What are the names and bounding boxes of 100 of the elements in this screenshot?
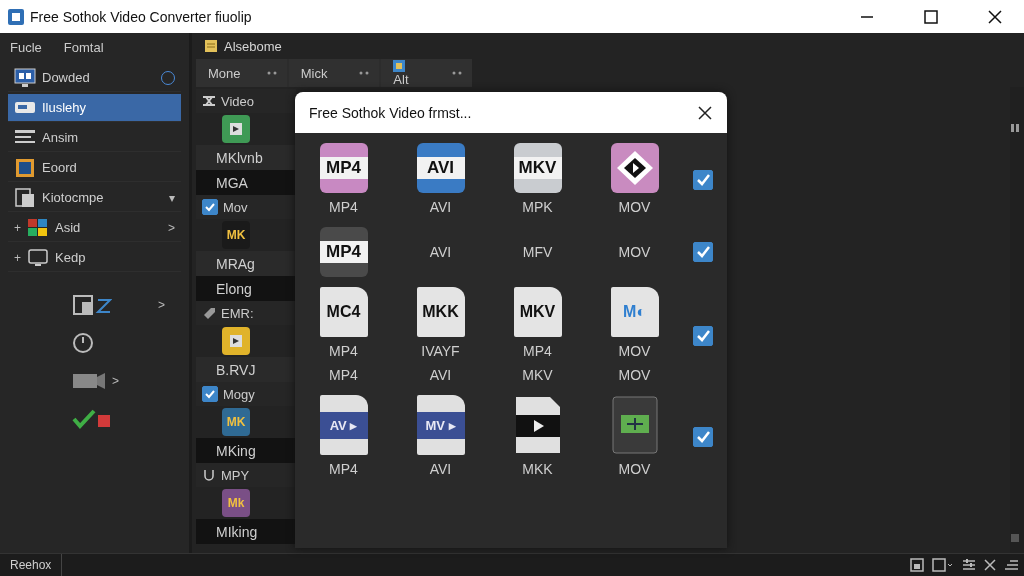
format-icon[interactable]: AVI: [416, 143, 465, 193]
sidebar-item[interactable]: Iluslehy: [8, 94, 181, 122]
monitor-icon[interactable]: [610, 395, 659, 455]
panel-icon[interactable]: [72, 294, 112, 316]
entry-label[interactable]: MKing: [196, 438, 296, 463]
checkbox[interactable]: [693, 170, 713, 190]
section-label: EMR:: [221, 305, 254, 321]
format-label: MP4: [329, 198, 358, 217]
play-icon: [229, 334, 243, 348]
video-thumbnail[interactable]: [222, 327, 250, 355]
tag-icon: [202, 306, 216, 320]
entry-label[interactable]: MRAg: [196, 251, 296, 276]
menu-icon[interactable]: [1004, 558, 1018, 572]
plus-sign: +: [14, 220, 21, 235]
checkbox[interactable]: [693, 427, 713, 447]
monitor-icon: [14, 66, 36, 89]
format-label: MPK: [522, 198, 553, 217]
chevron: >: [158, 298, 165, 312]
app-icon: [8, 8, 24, 25]
checkbox[interactable]: [202, 386, 218, 402]
file-icon[interactable]: MKK: [416, 287, 465, 337]
image-icon: [393, 59, 406, 72]
format-label: MOV: [618, 366, 651, 385]
crossed-arrows-icon: [202, 94, 216, 108]
close-icon[interactable]: [984, 559, 996, 571]
format-label: MFV: [522, 243, 553, 262]
maximize-icon[interactable]: [924, 9, 938, 24]
format-label: AVI: [429, 198, 452, 217]
format-label: MP4: [329, 366, 358, 385]
checkbox[interactable]: [693, 326, 713, 346]
sidebar-item[interactable]: Kiotocmpe ▾: [8, 184, 181, 212]
dots-icon: [452, 71, 462, 75]
sidebar-item[interactable]: + Kedp: [8, 244, 181, 272]
plus-sign: +: [14, 250, 21, 265]
menu-item[interactable]: Fomtal: [63, 40, 104, 55]
video-thumbnail[interactable]: MK: [222, 221, 250, 249]
format-icon[interactable]: MP4: [319, 143, 368, 193]
sidebar-item[interactable]: Eoord: [8, 154, 181, 182]
toolbar-button[interactable]: Alt: [381, 59, 472, 87]
cup-icon: [202, 468, 216, 482]
format-label: MOV: [618, 460, 651, 479]
check-icon: [696, 430, 710, 444]
format-label: AVI: [429, 243, 452, 262]
check-icon: [205, 389, 215, 399]
grip-icon: [1010, 123, 1020, 133]
close-icon[interactable]: [698, 105, 712, 120]
folder-icon: [204, 39, 218, 53]
sidebar-item[interactable]: Dowded: [8, 64, 181, 92]
entry-label[interactable]: MGA: [196, 170, 296, 195]
check-icon[interactable]: [72, 408, 112, 430]
video-camera-icon[interactable]: [72, 370, 106, 392]
format-label: AVI: [429, 460, 452, 479]
file-icon[interactable]: MV ▸: [416, 395, 465, 455]
format-label: MP4: [329, 460, 358, 479]
format-label: MOV: [618, 342, 651, 361]
toolbar-button[interactable]: Mone: [196, 59, 287, 87]
menu-item[interactable]: Fucle: [10, 40, 42, 55]
close-icon[interactable]: [988, 9, 1002, 24]
video-thumbnail[interactable]: Mk: [222, 489, 250, 517]
entry-label[interactable]: Elong: [196, 276, 296, 301]
format-icon[interactable]: MP4: [319, 227, 368, 277]
dots-icon: [359, 71, 370, 75]
chevron: >: [112, 374, 119, 388]
file-icon[interactable]: MKV: [513, 287, 562, 337]
format-label: MOV: [618, 198, 651, 217]
sidebar-item[interactable]: Ansim: [8, 124, 181, 152]
format-label: MOV: [618, 243, 651, 262]
entry-label: Mov: [223, 199, 248, 215]
status-text: Reehox: [0, 554, 63, 576]
format-label: MKV: [522, 366, 553, 385]
video-thumbnail[interactable]: [222, 115, 250, 143]
format-label: AVI: [429, 366, 452, 385]
entry-label[interactable]: MIking: [196, 519, 296, 544]
checkbox[interactable]: [202, 199, 218, 215]
format-icon[interactable]: MKV: [513, 143, 562, 193]
dialog-title: Free Sothok Video frmst...: [309, 104, 473, 121]
section-label: MPY: [221, 467, 250, 483]
entry-label[interactable]: MKlvnb: [196, 145, 296, 170]
file-icon[interactable]: MC4: [319, 287, 368, 337]
file-icon[interactable]: AV ▸: [319, 395, 368, 455]
panel-icon[interactable]: [932, 558, 954, 572]
grip-icon: [1010, 533, 1020, 543]
image-icon[interactable]: [910, 558, 924, 572]
library-title: Alsebome: [224, 38, 282, 54]
checkbox[interactable]: [693, 242, 713, 262]
dots-icon: [266, 71, 277, 75]
window-title: Free Sothok Video Converter fiuolip: [30, 8, 253, 25]
format-label: MP4: [523, 342, 552, 361]
format-label: MKK: [522, 460, 553, 479]
sidebar-item[interactable]: + Asid >: [8, 214, 181, 242]
check-icon: [205, 202, 215, 212]
video-file-icon[interactable]: [513, 395, 562, 455]
chevron: >: [168, 220, 175, 235]
clock-icon[interactable]: [72, 332, 94, 354]
toolbar-button[interactable]: Mick: [288, 59, 380, 87]
section-label: Video: [221, 93, 254, 109]
entry-label: Mogy: [223, 386, 255, 402]
entry-label[interactable]: B.RVJ: [196, 357, 296, 382]
blocks-icon: [27, 216, 49, 239]
settings-icon[interactable]: [962, 558, 976, 572]
